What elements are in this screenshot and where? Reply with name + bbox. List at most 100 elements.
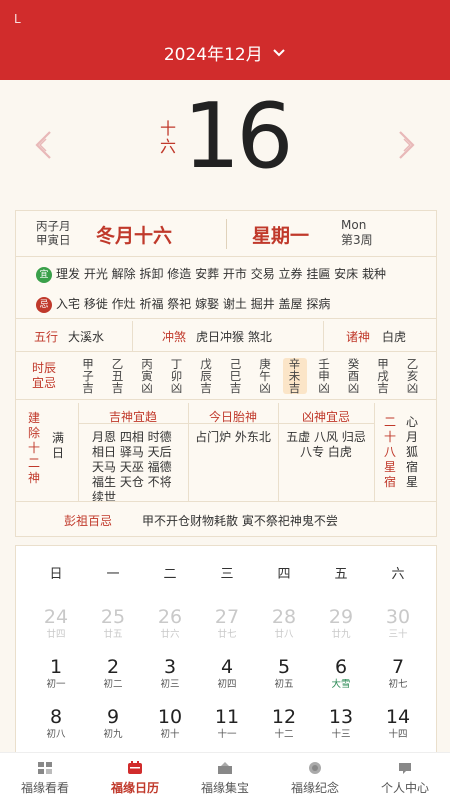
day-lunar: 初二 [103, 679, 123, 690]
shichen-cell[interactable]: 丁卯凶 [165, 358, 189, 394]
jishen-col: 吉神宜趋 月恩 四相 时德 相日 驿马 天后 天马 天巫 福德 福生 天仓 不将… [78, 403, 189, 501]
shichen-cell[interactable]: 丙寅凶 [135, 358, 159, 394]
shichen-cell[interactable]: 辛未吉 [282, 358, 307, 394]
shichen-result: 凶 [347, 381, 360, 395]
pengzu-value: 甲不开仓财物耗散 寅不祭祀神鬼不尝 [142, 514, 338, 528]
day-lunar: 廿五 [103, 629, 123, 640]
day-number: 2 [106, 656, 120, 678]
shichen-cell[interactable]: 乙亥凶 [401, 358, 425, 394]
day-number: 8 [49, 706, 63, 728]
calendar-day[interactable]: 9 初九 [90, 706, 136, 742]
day-number: 28 [271, 606, 297, 628]
weekday-header: 五 [334, 567, 348, 582]
calendar-day[interactable]: 14 十四 [375, 706, 421, 742]
tab-label: 福缘集宝 [200, 781, 249, 795]
calendar-day[interactable]: 8 初八 [33, 706, 79, 742]
back-icon[interactable]: L [14, 12, 21, 26]
weekday-en: Mon 第3周 [341, 218, 373, 248]
tab-label: 福缘日历 [110, 781, 159, 795]
day-lunar: 廿四 [46, 629, 66, 640]
day-number: 14 [385, 706, 411, 728]
shichen-result: 吉 [229, 381, 242, 395]
prev-day-icon[interactable] [34, 130, 54, 166]
grid-icon [37, 760, 53, 774]
taishen-col: 今日胎神 占门炉 外东北 [188, 403, 279, 501]
calendar-day[interactable]: 2 初二 [90, 656, 136, 692]
day-lunar: 初四 [217, 679, 237, 690]
shichen-cell[interactable]: 甲子吉 [76, 358, 100, 394]
big-date-area: 十六 16 [0, 90, 450, 200]
calendar-day[interactable]: 25 廿五 [90, 606, 136, 642]
day-number: 27 [214, 606, 240, 628]
jishen-body: 月恩 四相 时德 相日 驿马 天后 天马 天巫 福德 福生 天仓 不将 续世 [92, 430, 172, 502]
shichen-cell[interactable]: 乙丑吉 [106, 358, 130, 394]
shichen-cell[interactable]: 癸酉凶 [342, 358, 366, 394]
calendar-icon [127, 760, 143, 774]
shichen-cell[interactable]: 戊辰吉 [194, 358, 218, 394]
yi-line: 宜理发 开光 解除 拆卸 修造 安葬 开市 交易 立券 挂匾 安床 栽种 [36, 267, 421, 283]
day-lunar: 初三 [160, 679, 180, 690]
day-number: 9 [106, 706, 120, 728]
calendar-day[interactable]: 7 初七 [375, 656, 421, 692]
shichen-result: 凶 [318, 381, 330, 395]
calendar-day[interactable]: 5 初五 [261, 656, 307, 692]
calendar-day[interactable]: 10 初十 [147, 706, 193, 742]
taishen-body: 占门炉 外东北 [195, 430, 271, 444]
day-number: 30 [385, 606, 411, 628]
shichen-row: 时辰 宜忌 甲子吉乙丑吉丙寅凶丁卯凶戊辰吉己巳吉庚午凶辛未吉壬申凶癸酉凶甲戌吉乙… [16, 354, 436, 400]
weekday-header: 四 [277, 567, 291, 582]
taishen-head: 今日胎神 [188, 403, 278, 424]
weekday-en-label: Mon [341, 218, 367, 232]
next-day-icon[interactable] [396, 130, 416, 166]
day-lunar: 十四 [388, 729, 408, 740]
tab-label: 福缘纪念 [290, 781, 339, 795]
day-number: 25 [100, 606, 126, 628]
calendar-day[interactable]: 3 初三 [147, 656, 193, 692]
xiongshen-head: 凶神宜忌 [278, 403, 374, 424]
shichen-cell[interactable]: 壬申凶 [312, 358, 336, 394]
bottom-tab-bar: 福缘看看 福缘日历 福缘集宝 福缘纪念 个人中心 [0, 752, 450, 801]
shichen-cell[interactable]: 甲戌吉 [371, 358, 395, 394]
yi-ji-section: 宜理发 开光 解除 拆卸 修造 安葬 开市 交易 立券 挂匾 安床 栽种 忌入宅… [16, 261, 436, 319]
calendar-day[interactable]: 11 十一 [204, 706, 250, 742]
shichen-cell[interactable]: 庚午凶 [253, 358, 277, 394]
weekday-header: 一 [106, 567, 120, 582]
tab-grid[interactable]: 福缘看看 [0, 753, 90, 796]
lunar-date: 冬月十六 [96, 225, 173, 247]
calendar-day[interactable]: 27 廿七 [204, 606, 250, 642]
calendar-day[interactable]: 26 廿六 [147, 606, 193, 642]
shichen-label: 时辰 宜忌 [32, 361, 56, 391]
tab-memorial[interactable]: 福缘纪念 [270, 753, 360, 796]
day-number: 13 [328, 706, 354, 728]
date-summary-row: 丙子月 甲寅日 冬月十六 星期一 Mon 第3周 [16, 211, 436, 257]
app-header: L 2024年12月 [0, 0, 450, 80]
treasure-icon [217, 760, 233, 774]
tab-treasure[interactable]: 福缘集宝 [180, 753, 270, 796]
yi-text: 理发 开光 解除 拆卸 修造 安葬 开市 交易 立券 挂匾 安床 栽种 [56, 267, 386, 281]
day-lunar: 初九 [103, 729, 123, 740]
month-selector[interactable]: 2024年12月 [0, 40, 450, 65]
jianchu-label: 建除十二神 [28, 411, 41, 485]
calendar-day[interactable]: 28 廿八 [261, 606, 307, 642]
calendar-day[interactable]: 6 大雪 [318, 656, 364, 692]
calendar-day[interactable]: 4 初四 [204, 656, 250, 692]
day-number: 11 [214, 706, 240, 728]
day-lunar: 廿七 [217, 629, 237, 640]
calendar-day[interactable]: 24 廿四 [33, 606, 79, 642]
calendar-day[interactable]: 13 十三 [318, 706, 364, 742]
zhushen-label: 诸神 [346, 330, 371, 344]
wuxing-value: 大溪水 [68, 330, 105, 344]
tab-calendar[interactable]: 福缘日历 [90, 753, 180, 796]
calendar-day[interactable]: 29 廿九 [318, 606, 364, 642]
calendar-day[interactable]: 1 初一 [33, 656, 79, 692]
shichen-result: 吉 [377, 381, 389, 395]
chongsha-label: 冲煞 [162, 330, 187, 344]
calendar-day[interactable]: 30 三十 [375, 606, 421, 642]
weekday: 星期一 [252, 225, 310, 247]
calendar-day[interactable]: 12 十二 [261, 706, 307, 742]
shichen-result: 吉 [82, 381, 94, 395]
shichen-cell[interactable]: 己巳吉 [224, 358, 248, 394]
shichen-label-2: 宜忌 [32, 376, 57, 390]
tab-profile[interactable]: 个人中心 [360, 753, 450, 796]
ganzhi-day: 甲寅日 [36, 233, 71, 247]
